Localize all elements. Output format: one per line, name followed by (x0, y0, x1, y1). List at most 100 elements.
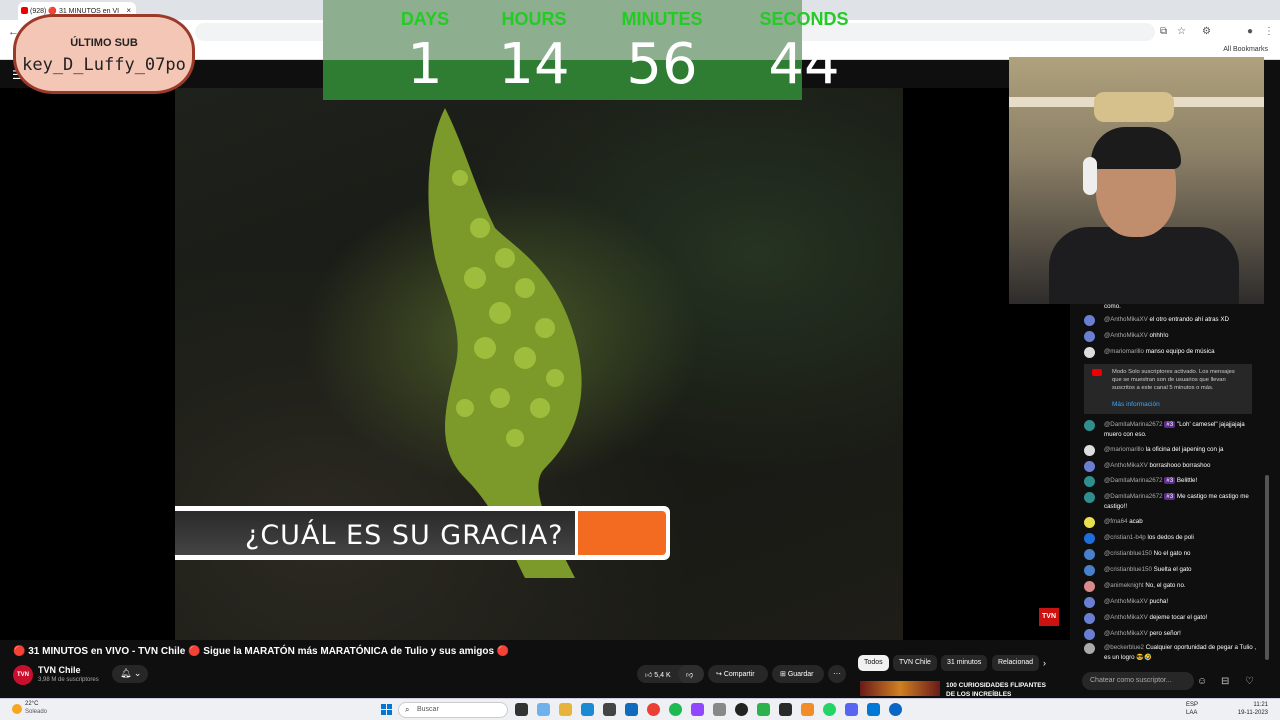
file-explorer-icon[interactable] (559, 703, 572, 716)
chat-avatar[interactable] (1084, 597, 1095, 608)
chat-avatar[interactable] (1084, 517, 1095, 528)
discord-icon[interactable] (845, 703, 858, 716)
edge-icon[interactable] (581, 703, 594, 716)
heart-icon[interactable]: ♡ (1245, 676, 1254, 687)
video-frame[interactable]: ¿CUÁL ES SU GRACIA? (175, 88, 903, 640)
chat-avatar[interactable] (1084, 476, 1095, 487)
chat-input[interactable]: Chatear como suscriptor... (1082, 672, 1194, 690)
chip-31-minutos[interactable]: 31 minutos (941, 655, 988, 671)
search-icon: ⌕ (405, 705, 410, 714)
save-label: Guardar (787, 671, 814, 678)
save-icon: ⊞ (780, 671, 786, 678)
chrome-icon[interactable] (647, 703, 660, 716)
channel-subscribers: 3,98 M de suscriptores (38, 677, 99, 683)
channel-avatar[interactable]: TVN (13, 665, 33, 685)
weather-description[interactable]: Soleado (25, 709, 47, 715)
obs-icon[interactable] (735, 703, 748, 716)
app-icon-2[interactable] (867, 703, 880, 716)
store-icon[interactable] (603, 703, 616, 716)
extensions-icon[interactable]: ⚙ (1202, 26, 1211, 37)
thumbs-up-icon: 👍︎ (645, 672, 653, 679)
caption-banner: ¿CUÁL ES SU GRACIA? (175, 506, 670, 560)
dislike-button[interactable]: 👎︎ (678, 665, 704, 683)
widgets-icon[interactable] (537, 703, 550, 716)
super-chat-icon[interactable]: ⊟ (1221, 676, 1229, 687)
install-icon[interactable]: ⧉ (1160, 26, 1167, 37)
chat-avatar[interactable] (1084, 629, 1095, 640)
task-view-icon[interactable] (515, 703, 528, 716)
more-info-link[interactable]: Más información (1112, 401, 1160, 409)
streamer-shirt (1049, 227, 1239, 304)
chat-avatar[interactable] (1084, 420, 1095, 431)
chat-message: @AnthoMikaXV el otro entrando ahí atras … (1084, 315, 1262, 326)
chat-avatar[interactable] (1084, 347, 1095, 358)
bookmark-star-icon[interactable]: ☆ (1177, 26, 1186, 37)
chat-avatar[interactable] (1084, 533, 1095, 544)
headset (1083, 157, 1097, 195)
chat-message: @mariomarillo manso equipo de música (1084, 347, 1262, 358)
windows-taskbar: 22°C Soleado ⌕ Buscar ESP LAA 11:21 19-11-… (0, 698, 1280, 720)
video-player[interactable]: ¿CUÁL ES SU GRACIA? TVN (0, 88, 1070, 640)
chat-avatar[interactable] (1084, 549, 1095, 560)
all-bookmarks-link[interactable]: All Bookmarks (1223, 46, 1268, 53)
member-badge: #3 (1164, 493, 1176, 500)
recommendation-chips: Todos TVN Chile 31 minutos Relacionad (858, 655, 1058, 671)
channel-name[interactable]: TVN Chile (38, 665, 81, 675)
terminal-icon[interactable] (779, 703, 792, 716)
member-badge: #3 (1164, 477, 1176, 484)
notification-bell-button[interactable]: 🔔︎ ⌄ (112, 665, 148, 683)
chat-avatar[interactable] (1084, 581, 1095, 592)
chat-message: @AnthoMikaXV pucha! (1084, 597, 1262, 608)
chat-message: @DamitaMarina2672 #3 Belittle! (1084, 476, 1262, 487)
chat-avatar[interactable] (1084, 461, 1095, 472)
chat-message: como. (1104, 304, 1121, 310)
emoji-icon[interactable]: ☺ (1197, 676, 1207, 687)
chat-avatar[interactable] (1084, 445, 1095, 456)
chips-next-icon[interactable]: › (1043, 658, 1046, 668)
more-actions-button[interactable]: ··· (828, 665, 846, 683)
chat-avatar[interactable] (1084, 331, 1095, 342)
chat-message: @DamitaMarina2672 #3 "Loh' camesel" jaja… (1084, 420, 1262, 440)
twitch-icon[interactable] (691, 703, 704, 716)
chat-message: @cristianblue150 No el gato no (1084, 549, 1262, 560)
recommendation-title[interactable]: 100 CURIOSIDADES FLIPANTES DE LOS INCREÍ… (946, 681, 1056, 699)
app-highlight-icon[interactable] (801, 703, 814, 716)
chip-relacionados[interactable]: Relacionad (992, 655, 1040, 671)
chat-avatar[interactable] (1084, 565, 1095, 576)
chat-message: @AnthoMikaXV dejeme tocar el gato! (1084, 613, 1262, 624)
chat-avatar[interactable] (1084, 492, 1095, 503)
app-icon-3[interactable] (889, 703, 902, 716)
youtube-icon (1092, 369, 1102, 376)
subscribers-only-notice: Modo Solo suscriptores activado. Los men… (1084, 364, 1252, 414)
spotify-icon[interactable] (669, 703, 682, 716)
chat-message: @DamitaMarina2672 #3 Me castigo me casti… (1084, 492, 1262, 512)
latest-sub-name: key_D_Luffy_07po (22, 55, 186, 75)
share-button[interactable]: ↪ Compartir (708, 665, 768, 683)
latest-sub-badge: ÚLTIMO SUB key_D_Luffy_07po (13, 14, 195, 94)
chat-avatar[interactable] (1084, 613, 1095, 624)
chat-avatar[interactable] (1084, 315, 1095, 326)
language-indicator[interactable]: ESP LAA (1186, 701, 1198, 717)
menu-icon[interactable]: ⋮ (1264, 26, 1274, 37)
taskbar-search[interactable]: ⌕ Buscar (398, 702, 508, 718)
system-clock[interactable]: 11:21 19-11-2023 (1238, 701, 1268, 717)
countdown-timer: DAYS 1 HOURS 14 MINUTES 56 SECONDS 44 (323, 0, 849, 100)
chip-todos[interactable]: Todos (858, 655, 889, 671)
share-icon: ↪ (716, 671, 722, 678)
save-button[interactable]: ⊞ Guardar (772, 665, 824, 683)
whatsapp-icon[interactable] (823, 703, 836, 716)
chip-tvn-chile[interactable]: TVN Chile (893, 655, 937, 671)
outlook-icon[interactable] (625, 703, 638, 716)
chat-message: @animeknight No, el gato no. (1084, 581, 1262, 592)
settings-icon[interactable] (713, 703, 726, 716)
weather-sun-icon[interactable] (12, 704, 22, 714)
chat-message: @cristianblue150 Suelta el gato (1084, 565, 1262, 576)
recommendation-thumbnail[interactable] (860, 681, 940, 696)
app-icon[interactable] (757, 703, 770, 716)
chat-scrollbar[interactable] (1265, 475, 1269, 660)
member-badge: #3 (1164, 421, 1176, 428)
windows-start-icon[interactable] (381, 704, 393, 716)
profile-icon[interactable]: ● (1247, 26, 1253, 37)
weather-temperature[interactable]: 22°C (25, 701, 38, 707)
chat-avatar[interactable] (1084, 643, 1095, 654)
